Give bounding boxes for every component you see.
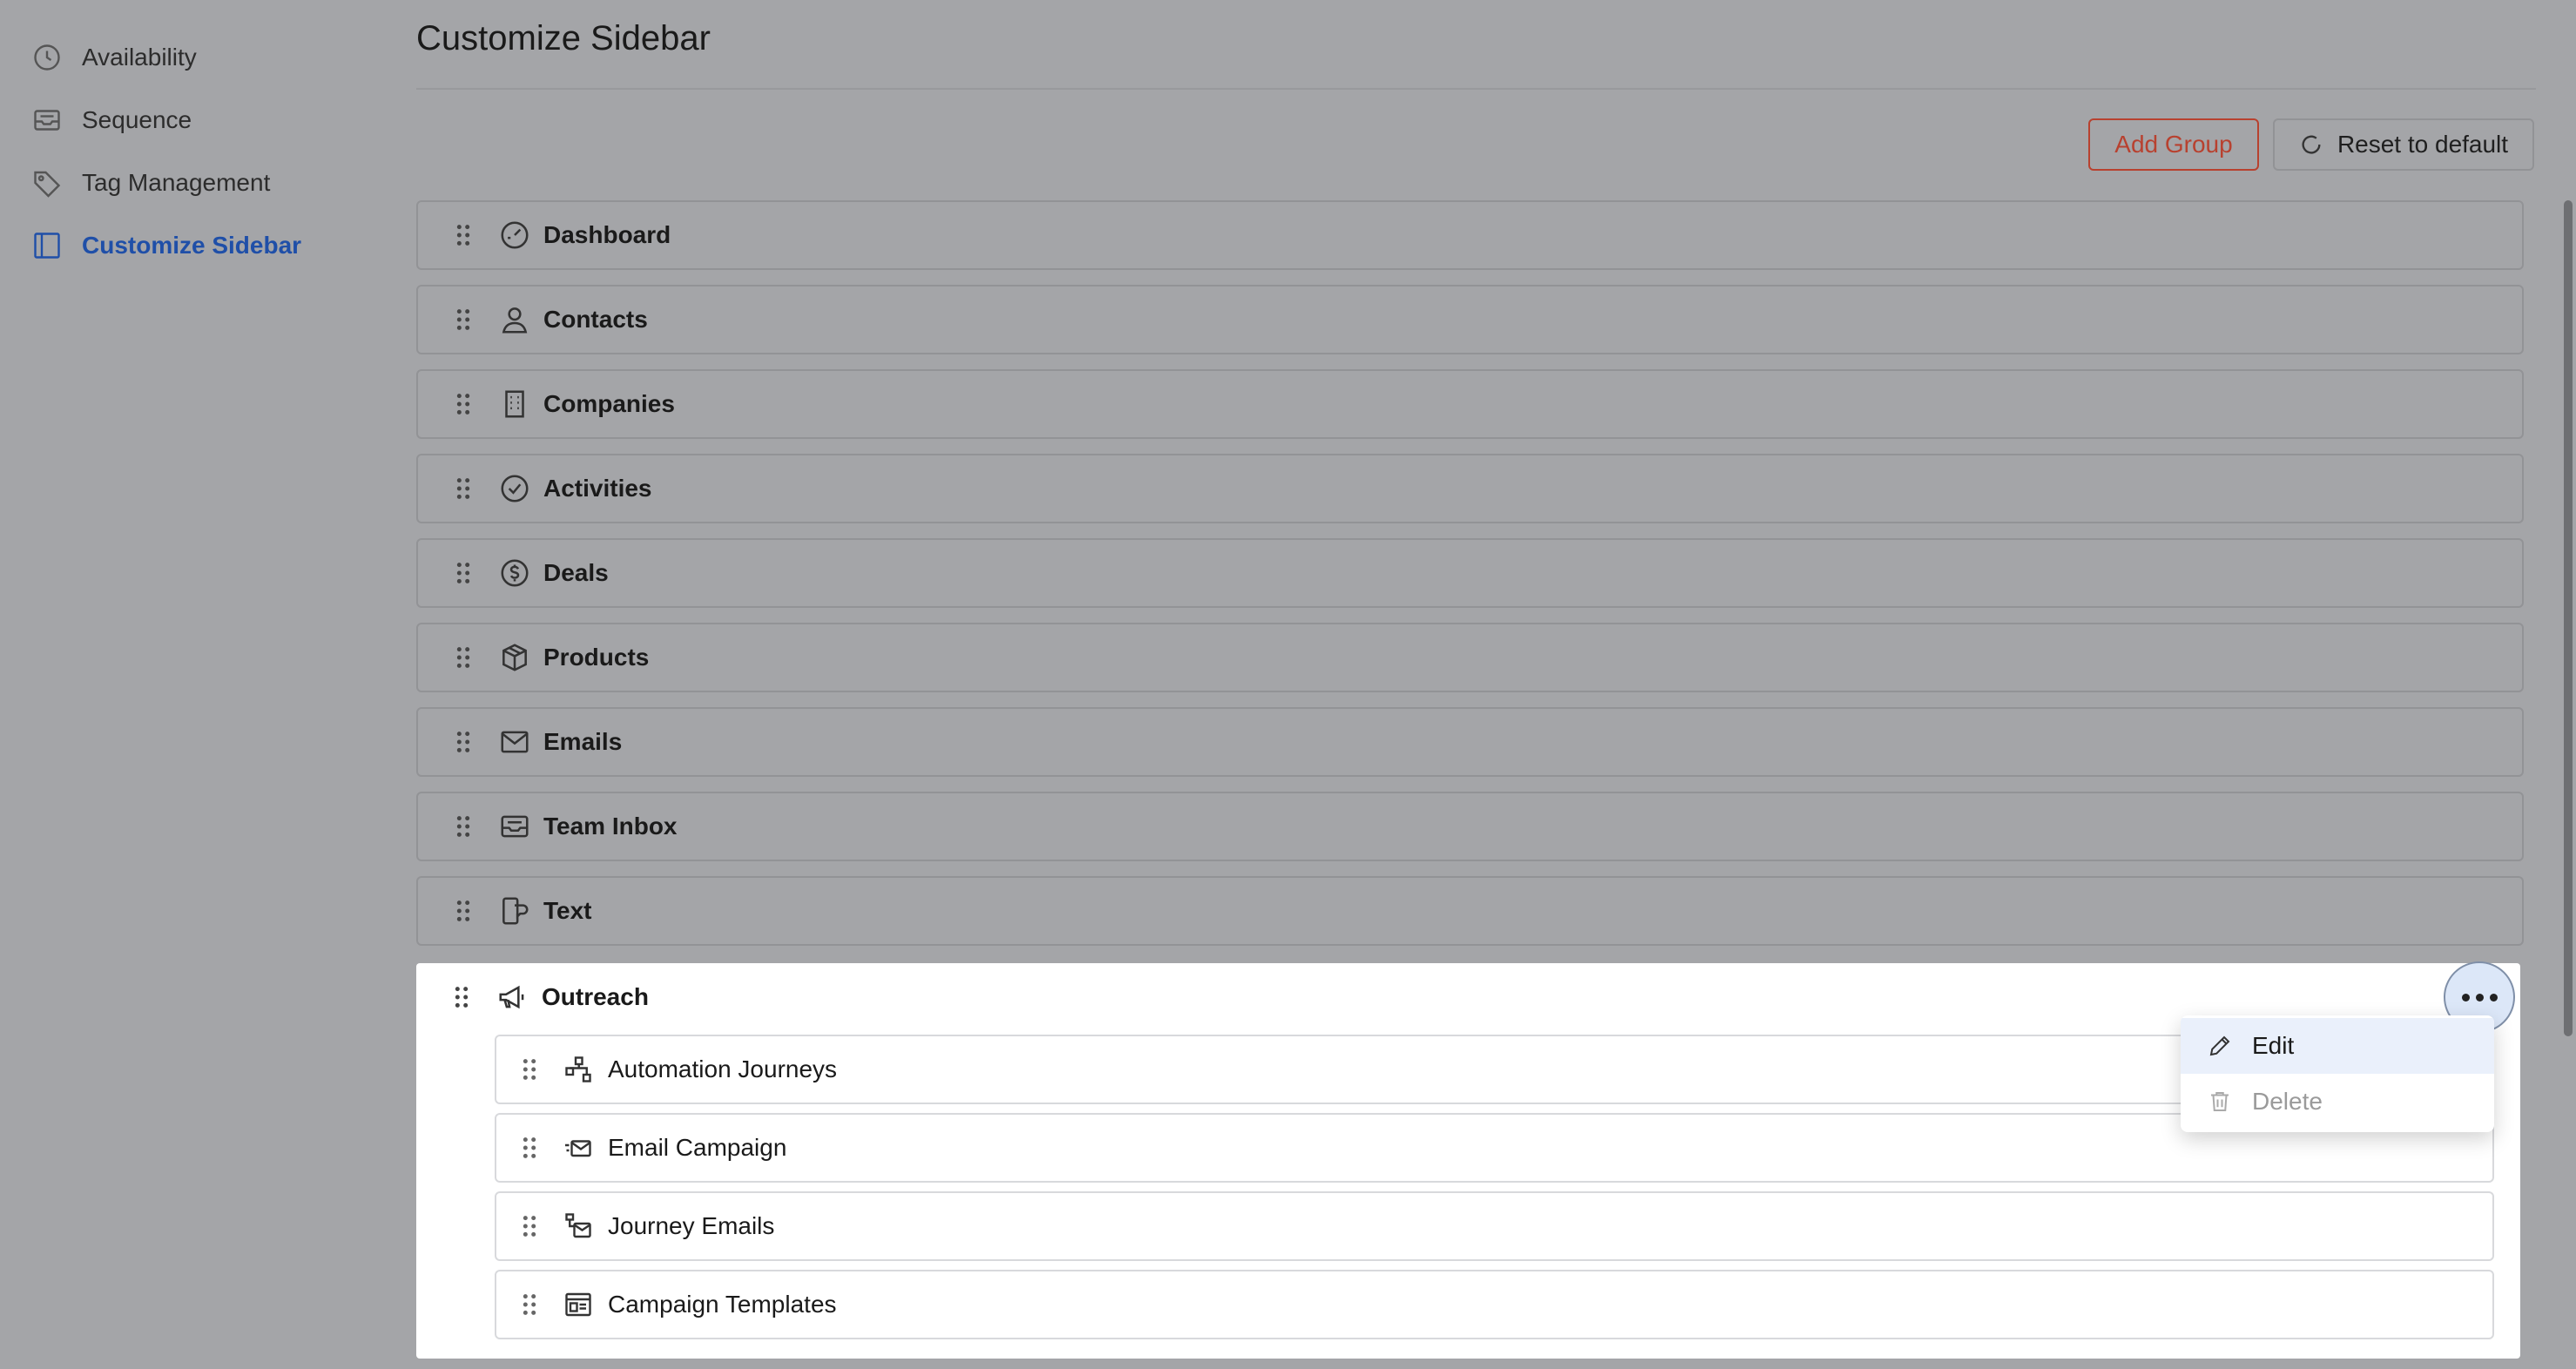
dot bbox=[2461, 993, 2470, 1001]
drag-handle-icon[interactable] bbox=[517, 1292, 542, 1317]
dot bbox=[2489, 993, 2498, 1001]
group-row-dashboard[interactable]: Dashboard bbox=[416, 200, 2524, 270]
drag-handle-icon[interactable] bbox=[451, 899, 475, 923]
add-group-button[interactable]: Add Group bbox=[2088, 118, 2259, 171]
tray-icon bbox=[34, 110, 60, 131]
group-row-team-inbox[interactable]: Team Inbox bbox=[416, 792, 2524, 861]
pencil-icon bbox=[2209, 1035, 2230, 1056]
megaphone-icon bbox=[499, 985, 524, 1009]
drag-handle-icon[interactable] bbox=[451, 307, 475, 332]
group-label: Products bbox=[543, 644, 650, 671]
group-label: Emails bbox=[543, 728, 623, 755]
send-mail-icon bbox=[565, 1140, 591, 1157]
template-icon bbox=[565, 1292, 591, 1317]
settings-nav: Availability Sequence Tag Management Cus… bbox=[0, 0, 383, 1369]
trash-icon bbox=[2211, 1092, 2229, 1111]
add-group-label: Add Group bbox=[2114, 131, 2233, 158]
clock-icon bbox=[34, 44, 60, 71]
drag-handle-icon[interactable] bbox=[517, 1136, 542, 1160]
check-circle-icon bbox=[501, 475, 529, 502]
group-label: Dashboard bbox=[543, 221, 671, 248]
group-label: Outreach bbox=[542, 983, 649, 1010]
nav-item-availability[interactable]: Availability bbox=[31, 33, 197, 82]
nav-item-label: Sequence bbox=[82, 106, 192, 133]
group-label: Contacts bbox=[543, 306, 648, 333]
group-label: Text bbox=[543, 897, 592, 924]
group-label: Team Inbox bbox=[543, 813, 678, 840]
drag-handle-icon[interactable] bbox=[517, 1214, 542, 1238]
drag-handle-icon[interactable] bbox=[449, 985, 474, 1009]
sidebar-icon bbox=[34, 233, 60, 259]
drag-handle-icon[interactable] bbox=[451, 476, 475, 501]
phone-chat-icon bbox=[502, 897, 529, 925]
drag-handle-icon[interactable] bbox=[451, 645, 475, 670]
menu-item-label: Delete bbox=[2252, 1088, 2323, 1115]
nav-item-sequence[interactable]: Sequence bbox=[31, 96, 192, 145]
dot bbox=[2475, 993, 2484, 1001]
tag-icon bbox=[34, 171, 61, 198]
group-label: Deals bbox=[543, 559, 609, 586]
drag-handle-icon[interactable] bbox=[451, 561, 475, 585]
drag-handle-icon[interactable] bbox=[517, 1057, 542, 1082]
drag-handle-icon[interactable] bbox=[451, 392, 475, 416]
group-row-contacts[interactable]: Contacts bbox=[416, 285, 2524, 354]
box-icon bbox=[502, 644, 527, 671]
sub-item-label: Email Campaign bbox=[608, 1134, 787, 1161]
group-row-emails[interactable]: Emails bbox=[416, 707, 2524, 777]
group-label: Companies bbox=[543, 390, 675, 417]
menu-item-edit[interactable]: Edit bbox=[2181, 1018, 2494, 1074]
refresh-icon bbox=[2302, 135, 2321, 154]
drag-handle-icon[interactable] bbox=[451, 223, 475, 247]
group-row-products[interactable]: Products bbox=[416, 623, 2524, 692]
envelope-icon bbox=[501, 731, 529, 753]
sub-item-label: Campaign Templates bbox=[608, 1291, 837, 1318]
menu-item-delete[interactable]: Delete bbox=[2181, 1074, 2494, 1130]
flow-icon bbox=[565, 1056, 591, 1082]
sub-item-journey-emails[interactable]: Journey Emails bbox=[495, 1191, 2494, 1261]
sub-item-label: Automation Journeys bbox=[608, 1055, 838, 1082]
person-icon bbox=[502, 307, 528, 334]
reset-to-default-button[interactable]: Reset to default bbox=[2273, 118, 2534, 171]
nav-item-label: Availability bbox=[82, 44, 197, 71]
nav-item-tag-management[interactable]: Tag Management bbox=[31, 158, 270, 207]
inbox-icon bbox=[501, 815, 529, 838]
menu-item-label: Edit bbox=[2252, 1032, 2295, 1059]
group-row-companies[interactable]: Companies bbox=[416, 369, 2524, 439]
scrollbar[interactable] bbox=[2564, 200, 2573, 1036]
title-divider bbox=[416, 88, 2536, 90]
page-title: Customize Sidebar bbox=[416, 19, 711, 57]
nav-item-label: Customize Sidebar bbox=[82, 232, 302, 259]
building-icon bbox=[505, 390, 524, 418]
sub-item-campaign-templates[interactable]: Campaign Templates bbox=[495, 1270, 2494, 1339]
group-row-activities[interactable]: Activities bbox=[416, 454, 2524, 523]
group-options-menu: Edit Delete bbox=[2181, 1015, 2494, 1132]
group-label: Activities bbox=[543, 475, 652, 502]
reset-label: Reset to default bbox=[2337, 131, 2509, 158]
group-row-text[interactable]: Text bbox=[416, 876, 2524, 946]
journey-mail-icon bbox=[565, 1213, 591, 1238]
nav-item-customize-sidebar[interactable]: Customize Sidebar bbox=[31, 221, 301, 270]
sub-item-label: Journey Emails bbox=[608, 1212, 775, 1239]
drag-handle-icon[interactable] bbox=[451, 814, 475, 839]
group-row-deals[interactable]: Deals bbox=[416, 538, 2524, 608]
drag-handle-icon[interactable] bbox=[451, 730, 475, 754]
dollar-circle-icon bbox=[501, 559, 529, 587]
nav-item-label: Tag Management bbox=[82, 169, 271, 196]
gauge-icon bbox=[501, 221, 529, 249]
